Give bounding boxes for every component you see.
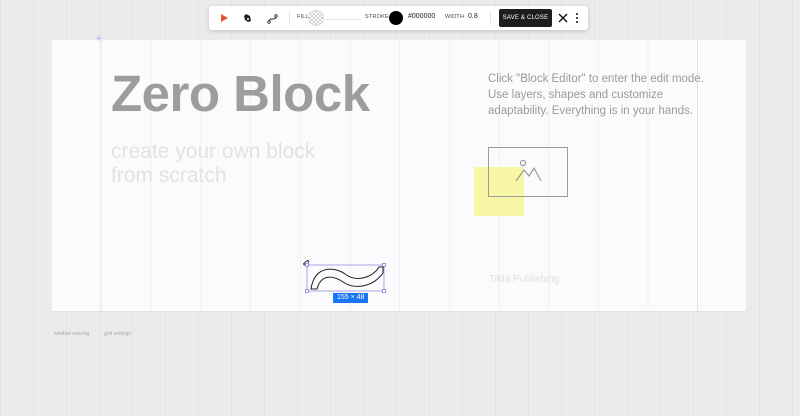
zero-block-heading[interactable]: Zero Block — [111, 64, 370, 123]
shape-size-badge: 155 × 48 — [333, 293, 369, 303]
stroke-color-swatch[interactable] — [389, 11, 403, 25]
play-icon[interactable] — [217, 11, 231, 25]
bezier-path-icon[interactable] — [265, 11, 279, 25]
grid-settings-link[interactable]: grid settings — [104, 331, 131, 337]
zero-block-subheading[interactable]: create your own block from scratch — [111, 140, 331, 188]
stroke-width-value[interactable]: 0.8 — [468, 13, 478, 20]
width-label: WIDTH — [445, 14, 465, 20]
toolbar-divider — [490, 11, 491, 25]
toolbar-divider — [289, 11, 290, 25]
close-icon[interactable] — [557, 11, 569, 25]
fill-value-input[interactable] — [325, 19, 361, 20]
more-vertical-icon[interactable] — [573, 11, 581, 25]
shape-toolbar: FILL STROKE #000000 WIDTH 0.8 SAVE & CLO… — [209, 6, 588, 30]
footer-brand-text[interactable]: Tilda Publishing — [489, 274, 559, 285]
image-icon — [515, 159, 542, 182]
crosshair-icon: + — [96, 34, 102, 45]
window-resizing-link[interactable]: window resizing — [54, 331, 89, 337]
stroke-label: STROKE — [365, 14, 389, 20]
image-placeholder[interactable] — [488, 147, 568, 197]
artboard-bottom-edge — [52, 311, 746, 312]
stroke-color-value[interactable]: #000000 — [408, 13, 435, 20]
fill-color-swatch[interactable] — [308, 10, 324, 26]
save-and-close-button[interactable]: SAVE & CLOSE — [499, 9, 552, 27]
pen-nib-icon[interactable] — [241, 11, 255, 25]
zero-block-description[interactable]: Click "Block Editor" to enter the edit m… — [488, 71, 720, 119]
